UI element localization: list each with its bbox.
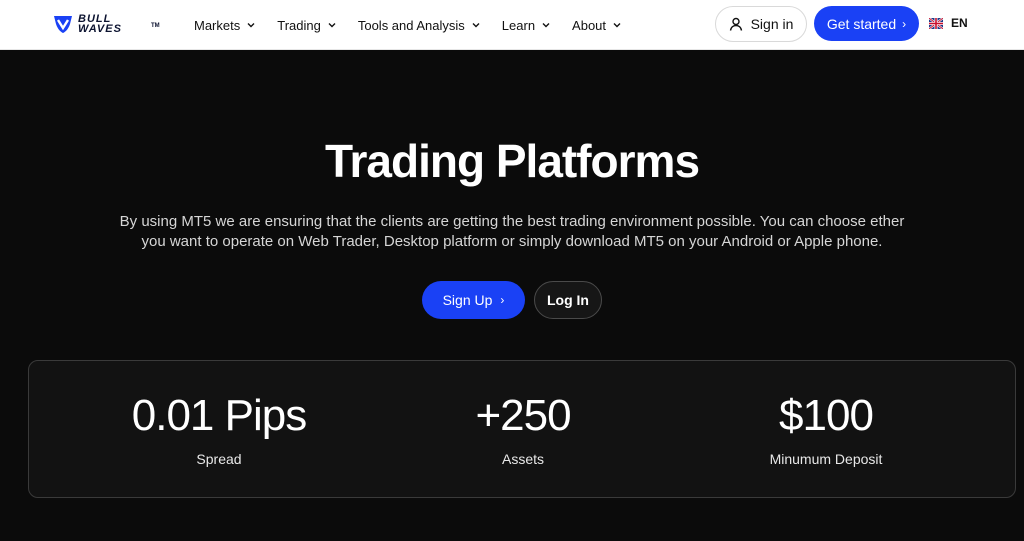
stat-spread: 0.01 Pips Spread bbox=[69, 361, 369, 467]
chevron-down-icon bbox=[247, 23, 255, 28]
nav-item-label: Markets bbox=[194, 17, 241, 33]
uk-flag-icon bbox=[929, 17, 943, 29]
brand-logo[interactable]: BULL WAVES TM bbox=[52, 11, 160, 37]
chevron-down-icon bbox=[613, 23, 621, 28]
sign-in-button[interactable]: Sign in bbox=[715, 6, 807, 42]
nav-item-label: About bbox=[572, 17, 607, 33]
user-icon bbox=[729, 17, 742, 31]
stat-assets: +250 Assets bbox=[373, 361, 673, 467]
language-label: EN bbox=[951, 16, 968, 30]
nav-item-about[interactable]: About bbox=[572, 18, 622, 33]
nav-item-markets[interactable]: Markets bbox=[194, 18, 256, 33]
get-started-label: Get started bbox=[826, 15, 897, 32]
log-in-label: Log In bbox=[547, 292, 589, 308]
nav-item-trading[interactable]: Trading bbox=[277, 18, 337, 33]
site-header: BULL WAVES TM Markets Trading Tools and … bbox=[0, 0, 1024, 50]
stats-panel: 0.01 Pips Spread +250 Assets $100 Minumu… bbox=[28, 360, 1016, 498]
bull-logo-icon bbox=[54, 16, 72, 33]
stat-minimum-deposit: $100 Minumum Deposit bbox=[676, 361, 976, 467]
chevron-down-icon bbox=[328, 23, 336, 28]
main-nav: Markets Trading Tools and Analysis Learn… bbox=[194, 0, 643, 50]
stat-value: $100 bbox=[779, 391, 874, 440]
stat-label: Minumum Deposit bbox=[769, 451, 883, 467]
chevron-right-icon: › bbox=[902, 16, 907, 31]
brand-line2: WAVES bbox=[78, 23, 122, 35]
language-selector[interactable]: EN bbox=[929, 16, 968, 30]
nav-item-learn[interactable]: Learn bbox=[502, 18, 551, 33]
stat-value: +250 bbox=[475, 391, 571, 440]
page-title: Trading Platforms bbox=[324, 135, 700, 187]
stat-label: Spread bbox=[196, 451, 242, 467]
nav-item-label: Tools and Analysis bbox=[357, 17, 465, 33]
stat-label: Assets bbox=[501, 451, 544, 467]
chevron-right-icon: › bbox=[500, 293, 505, 307]
trademark-mark: TM bbox=[151, 23, 160, 29]
sign-in-label: Sign in bbox=[750, 16, 794, 32]
stat-value: 0.01 Pips bbox=[131, 391, 307, 440]
sign-up-label: Sign Up bbox=[442, 292, 493, 308]
nav-item-label: Trading bbox=[277, 17, 321, 33]
nav-item-tools-and-analysis[interactable]: Tools and Analysis bbox=[358, 18, 481, 33]
log-in-button[interactable]: Log In bbox=[534, 281, 602, 319]
sign-up-button[interactable]: Sign Up › bbox=[422, 281, 525, 319]
get-started-button[interactable]: Get started › bbox=[814, 6, 919, 41]
hero-description: By using MT5 we are ensuring that the cl… bbox=[119, 213, 905, 250]
nav-item-label: Learn bbox=[501, 17, 536, 33]
chevron-down-icon bbox=[472, 23, 480, 28]
chevron-down-icon bbox=[542, 23, 550, 28]
